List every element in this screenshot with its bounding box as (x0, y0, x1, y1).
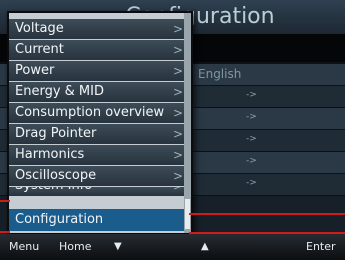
arrow-right-icon: -> (246, 134, 257, 144)
menu-item-drag-pointer[interactable]: Drag Pointer > (9, 124, 184, 144)
arrow-right-icon: -> (246, 112, 257, 122)
menu-item-label: Oscilloscope (15, 168, 97, 183)
home-softkey[interactable]: Home (59, 240, 91, 254)
enter-softkey[interactable]: Enter (306, 240, 336, 254)
menu-item-consumption-overview[interactable]: Consumption overview > (9, 103, 184, 123)
menu-item-system-info[interactable]: System Info > (9, 187, 184, 196)
menu-item-current[interactable]: Current > (9, 40, 184, 60)
chevron-right-icon: > (173, 64, 184, 78)
menu-item-label: Configuration (15, 212, 104, 227)
highlight-line (0, 200, 10, 202)
chevron-right-icon: > (173, 22, 184, 36)
device-screen: Configuration English -> -> -> -> -> Vol… (0, 0, 345, 260)
menu-item-label: Voltage (15, 21, 64, 36)
menu-item-power[interactable]: Power > (9, 61, 184, 81)
menu-item-label: Energy & MID (15, 84, 104, 99)
menu-softkey[interactable]: Menu (9, 240, 39, 254)
config-row-value: English (198, 67, 242, 81)
menu-item-label: Drag Pointer (15, 126, 97, 141)
menu-item-label: Consumption overview (15, 105, 165, 120)
chevron-right-icon: > (173, 148, 184, 162)
menu-item-label: System Info (15, 187, 92, 196)
menu-item-configuration[interactable]: Configuration (9, 209, 184, 231)
chevron-right-icon: > (173, 43, 184, 57)
menu-item-energy-mid[interactable]: Energy & MID > (9, 82, 184, 102)
arrow-right-icon: -> (246, 90, 257, 100)
menu-item-voltage[interactable]: Voltage > (9, 19, 184, 39)
arrow-right-icon: -> (246, 178, 257, 188)
chevron-right-icon: > (173, 106, 184, 120)
chevron-right-icon: > (173, 187, 183, 196)
chevron-right-icon: > (173, 85, 184, 99)
main-menu-popup: Voltage > Current > Power > Energy & MID… (7, 11, 193, 235)
arrow-up-icon[interactable]: ▲ (201, 240, 209, 254)
arrow-down-icon[interactable]: ▼ (114, 240, 122, 254)
chevron-right-icon: > (173, 169, 184, 183)
menu-item-oscilloscope[interactable]: Oscilloscope > (9, 166, 184, 186)
highlight-line (189, 213, 345, 215)
softkey-bar: Menu Home ▼ ▲ Enter (0, 234, 345, 260)
menu-item-label: Power (15, 63, 55, 78)
highlight-line (0, 231, 10, 233)
menu-item-label: Harmonics (15, 147, 85, 162)
arrow-right-icon: -> (246, 156, 257, 166)
chevron-right-icon: > (173, 127, 184, 141)
menu-item-label: Current (15, 42, 64, 57)
menu-item-harmonics[interactable]: Harmonics > (9, 145, 184, 165)
